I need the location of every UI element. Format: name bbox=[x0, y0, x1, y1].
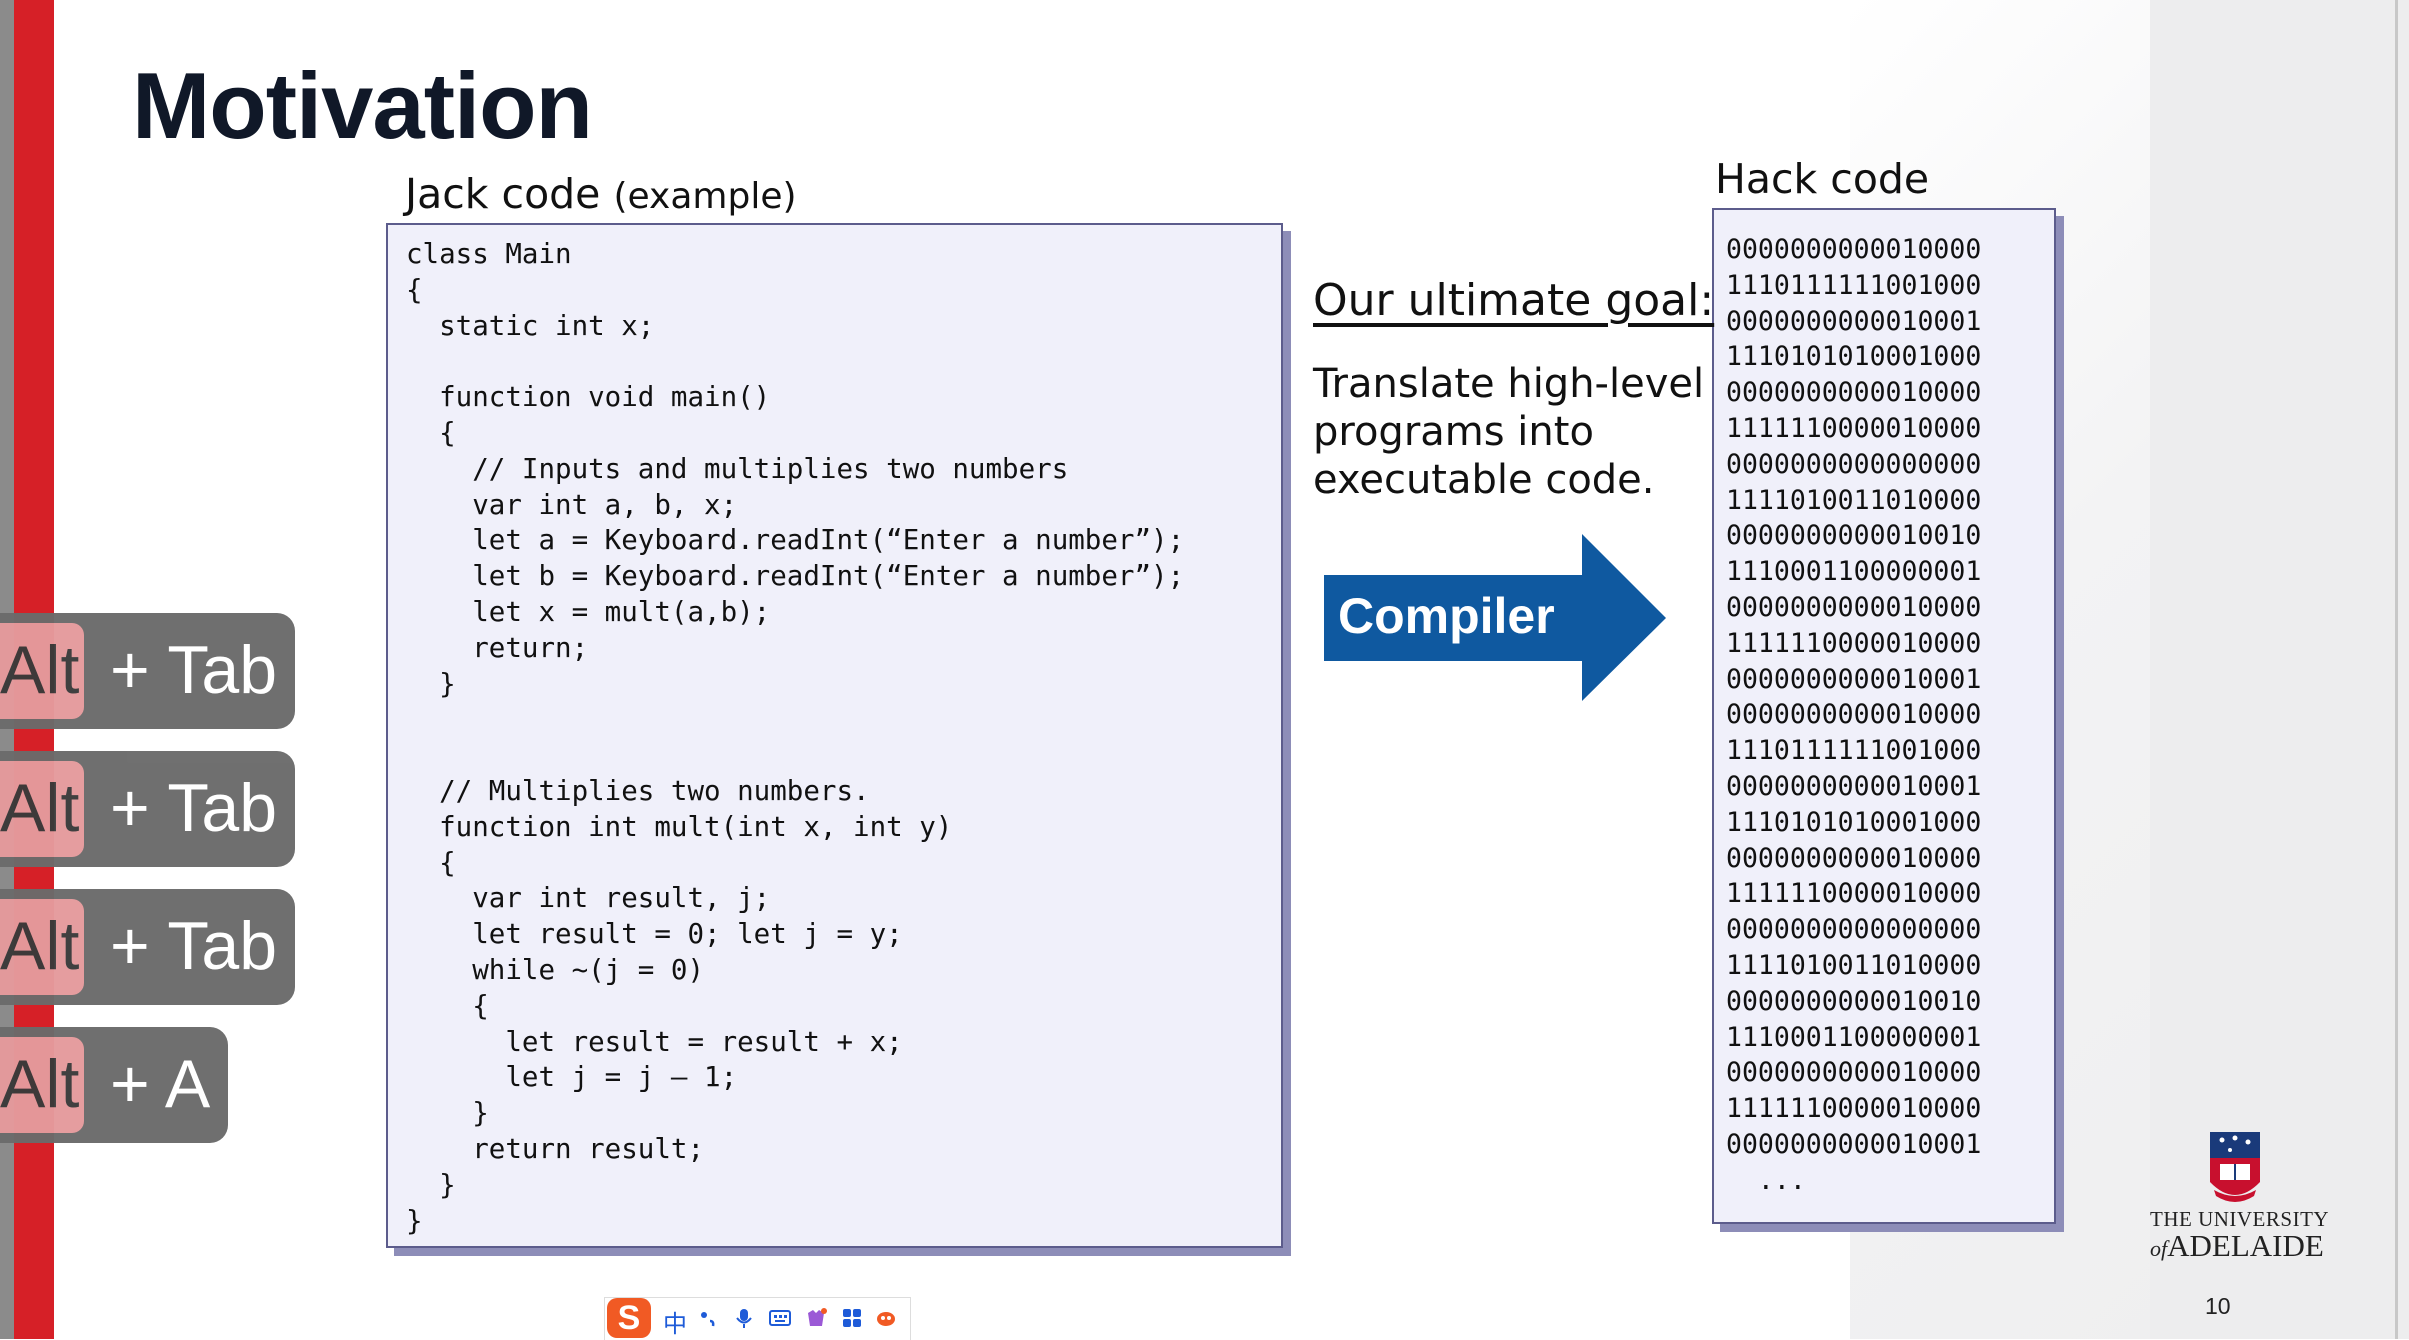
page-number: 10 bbox=[2205, 1293, 2231, 1319]
shortcut-hint-alt-tab: Alt + Tab bbox=[0, 751, 295, 867]
punctuation-icon[interactable] bbox=[697, 1307, 719, 1329]
shortcut-hint-alt-a: Alt + A bbox=[0, 1027, 228, 1143]
hint-combo-label: + A bbox=[110, 1046, 211, 1122]
mascot-icon[interactable] bbox=[875, 1307, 897, 1329]
hack-code-label: Hack code bbox=[1715, 155, 1930, 203]
ime-toolbar[interactable]: S 中 bbox=[604, 1297, 911, 1340]
ime-language-toggle[interactable]: 中 bbox=[663, 1304, 687, 1339]
hint-key-label: Alt bbox=[0, 908, 80, 984]
skin-icon[interactable] bbox=[805, 1307, 827, 1329]
hint-combo-label: + Tab bbox=[110, 770, 278, 846]
hint-combo-label: + Tab bbox=[110, 908, 278, 984]
keyboard-icon[interactable] bbox=[769, 1307, 791, 1329]
compiler-label: Compiler bbox=[1338, 588, 1555, 644]
university-name-adelaide: ADELAIDE bbox=[2167, 1228, 2324, 1263]
hint-key-label: Alt bbox=[0, 632, 80, 708]
right-edge-line bbox=[2395, 0, 2398, 1339]
jack-code-text: class Main { static int x; function void… bbox=[406, 238, 1185, 1237]
university-crest-icon bbox=[2210, 1132, 2260, 1202]
hint-key-label: Alt bbox=[0, 770, 80, 846]
jack-code-label: Jack code (example) bbox=[405, 170, 797, 218]
jack-label-text: Jack code bbox=[405, 170, 601, 218]
apps-grid-icon[interactable] bbox=[841, 1307, 863, 1329]
jack-label-suffix: (example) bbox=[613, 176, 797, 217]
hack-code-text: 0000000000010000 1110111111001000 000000… bbox=[1726, 234, 1982, 1196]
slide-title: Motivation bbox=[132, 53, 593, 158]
jack-code-box: class Main { static int x; function void… bbox=[386, 223, 1283, 1248]
goal-description: Translate high-level programs into execu… bbox=[1313, 361, 1705, 503]
hint-key-label: Alt bbox=[0, 1046, 80, 1122]
sogou-logo-icon[interactable]: S bbox=[607, 1298, 651, 1338]
shortcut-hint-alt-tab: Alt + Tab bbox=[0, 889, 295, 1005]
goal-heading: Our ultimate goal: bbox=[1313, 275, 1715, 326]
microphone-icon[interactable] bbox=[733, 1307, 755, 1329]
hint-combo-label: + Tab bbox=[110, 632, 278, 708]
hack-code-box: 0000000000010000 1110111111001000 000000… bbox=[1712, 208, 2056, 1224]
university-name-line2: ofADELAIDE bbox=[2150, 1228, 2324, 1264]
university-name-of: of bbox=[2150, 1236, 2168, 1261]
shortcut-hint-alt-tab: Alt + Tab bbox=[0, 613, 295, 729]
